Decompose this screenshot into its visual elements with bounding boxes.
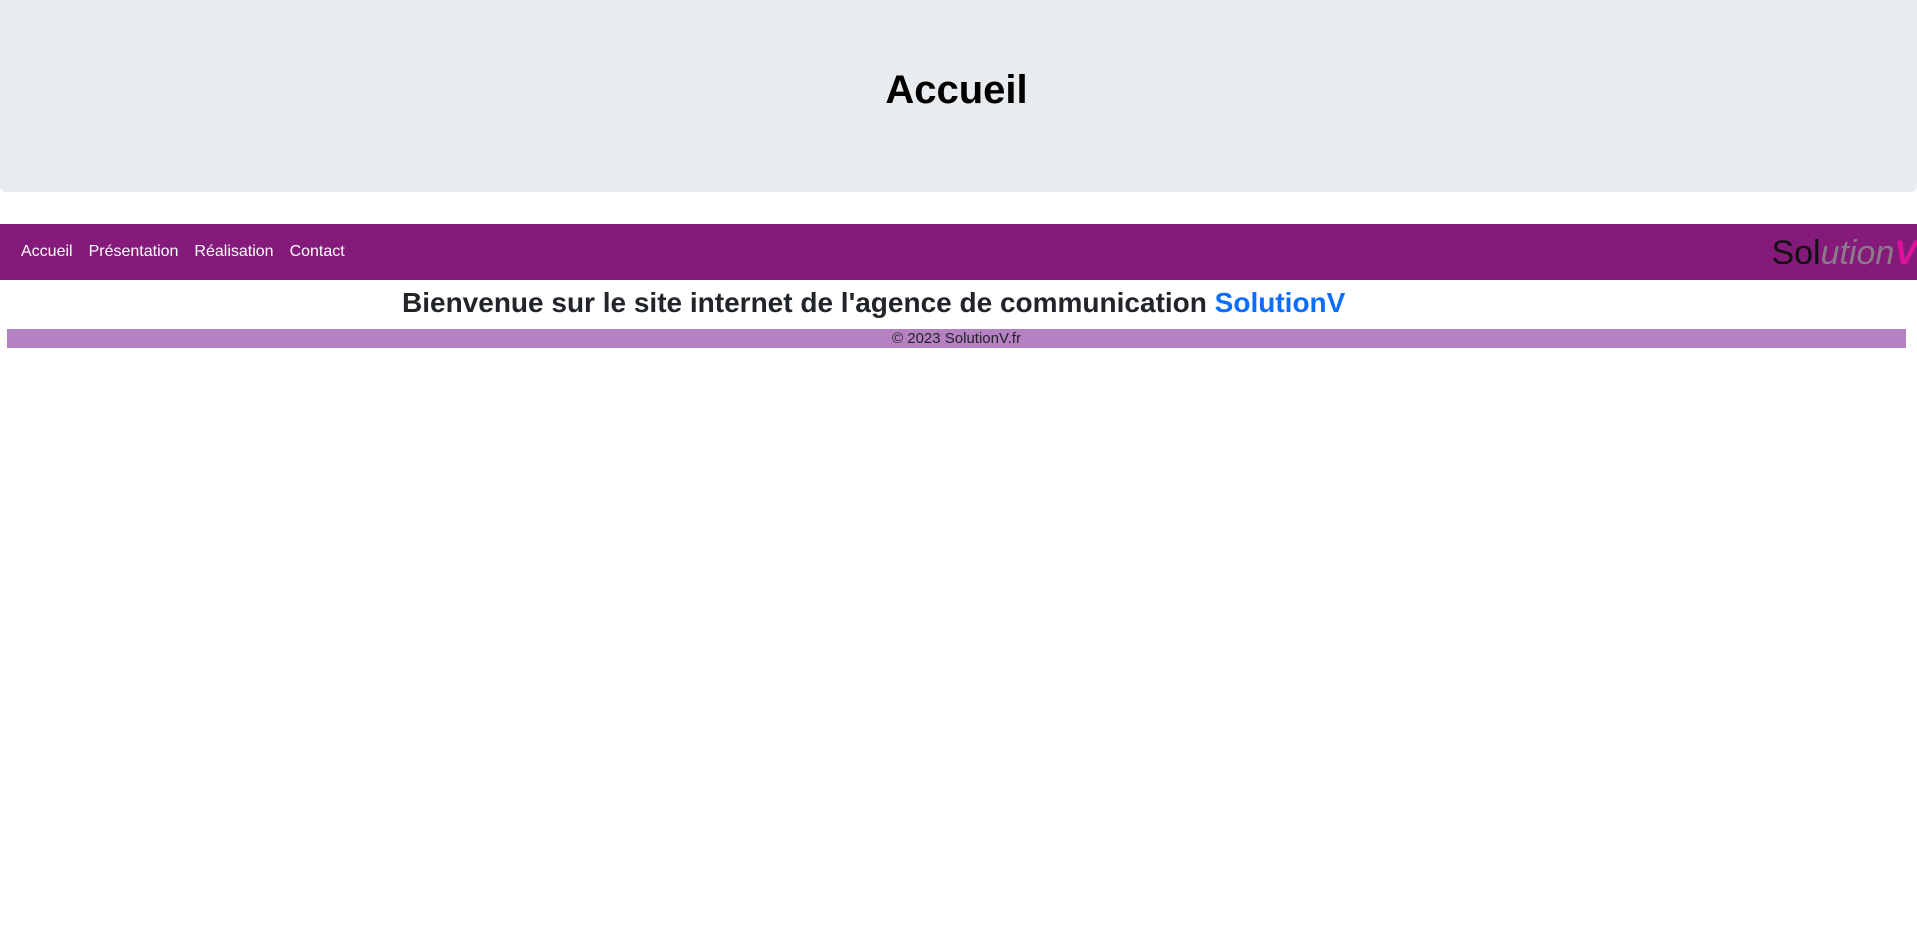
page-title: Accueil bbox=[885, 68, 1028, 112]
nav-link-presentation[interactable]: Présentation bbox=[89, 243, 179, 260]
brand-logo-part2: ution bbox=[1820, 234, 1895, 272]
welcome-brand-name: SolutionV bbox=[1214, 287, 1346, 318]
nav-links: Accueil Présentation Réalisation Contact bbox=[21, 224, 361, 280]
nav-link-realisation[interactable]: Réalisation bbox=[194, 243, 273, 260]
welcome-heading: Bienvenue sur le site internet de l'agen… bbox=[0, 284, 1917, 322]
brand-logo[interactable]: SolutionV bbox=[1771, 233, 1917, 273]
brand-logo-part3: V bbox=[1894, 234, 1917, 272]
brand-logo-part1: Sol bbox=[1771, 234, 1821, 272]
welcome-text: Bienvenue sur le site internet de l'agen… bbox=[402, 287, 1207, 318]
main-navbar: Accueil Présentation Réalisation Contact… bbox=[0, 224, 1917, 280]
nav-link-contact[interactable]: Contact bbox=[290, 243, 345, 260]
nav-link-accueil[interactable]: Accueil bbox=[21, 243, 73, 260]
footer: © 2023 SolutionV.fr bbox=[7, 329, 1906, 348]
footer-copyright: © 2023 SolutionV.fr bbox=[892, 330, 1021, 347]
hero-banner: Accueil bbox=[0, 0, 1917, 192]
